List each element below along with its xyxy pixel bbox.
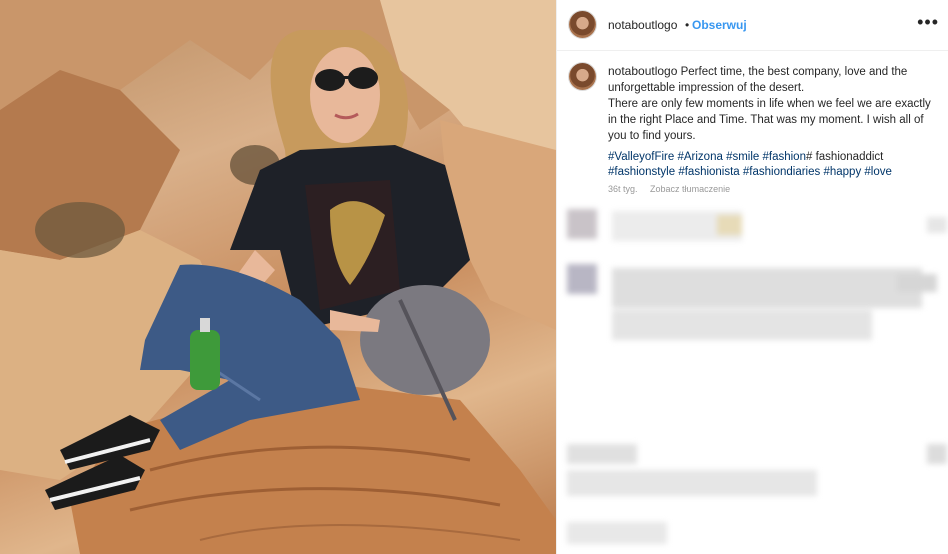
caption-text-2: There are only few moments in life when … xyxy=(608,98,931,142)
translate-link[interactable]: Zobacz tłumaczenie xyxy=(650,184,730,194)
caption-username[interactable]: notaboutlogo xyxy=(608,64,677,78)
caption-meta: 36t tyg. Zobacz tłumaczenie xyxy=(608,184,740,194)
hashtag[interactable]: #Arizona xyxy=(677,151,722,163)
separator-dot: • xyxy=(685,18,690,32)
hashtag[interactable]: #smile xyxy=(726,151,759,163)
desert-scene-image xyxy=(0,0,556,554)
post-side-panel: notaboutlogo • Obserwuj ••• notaboutlogo… xyxy=(556,0,948,554)
follow-button[interactable]: Obserwuj xyxy=(692,18,747,32)
hashtag[interactable]: #fashionista xyxy=(678,166,739,178)
hashtag[interactable]: #happy xyxy=(823,166,861,178)
post-header: notaboutlogo • Obserwuj ••• xyxy=(557,0,948,51)
author-username[interactable]: notaboutlogo xyxy=(608,18,677,32)
hashtag[interactable]: #fashion xyxy=(763,151,806,163)
caption-avatar[interactable] xyxy=(569,63,596,90)
post-caption: notaboutlogo Perfect time, the best comp… xyxy=(608,63,938,144)
hashtag-plain: fashionaddict xyxy=(815,151,884,163)
post-time: 36t tyg. xyxy=(608,184,638,194)
post-photo[interactable] xyxy=(0,0,556,554)
hashtag-hash: # xyxy=(805,151,813,163)
comment-blurred xyxy=(567,258,947,348)
comment-blurred xyxy=(567,205,947,250)
hashtag[interactable]: #fashiondiaries xyxy=(743,166,820,178)
author-avatar[interactable] xyxy=(569,11,596,38)
hashtag[interactable]: #ValleyofFire xyxy=(608,151,674,163)
more-options-icon[interactable]: ••• xyxy=(917,12,939,33)
hashtag[interactable]: #love xyxy=(864,166,892,178)
hashtag-list: #ValleyofFire #Arizona #smile #fashion# … xyxy=(608,150,938,180)
comment-blurred xyxy=(567,438,947,548)
hashtag[interactable]: #fashionstyle xyxy=(608,166,675,178)
